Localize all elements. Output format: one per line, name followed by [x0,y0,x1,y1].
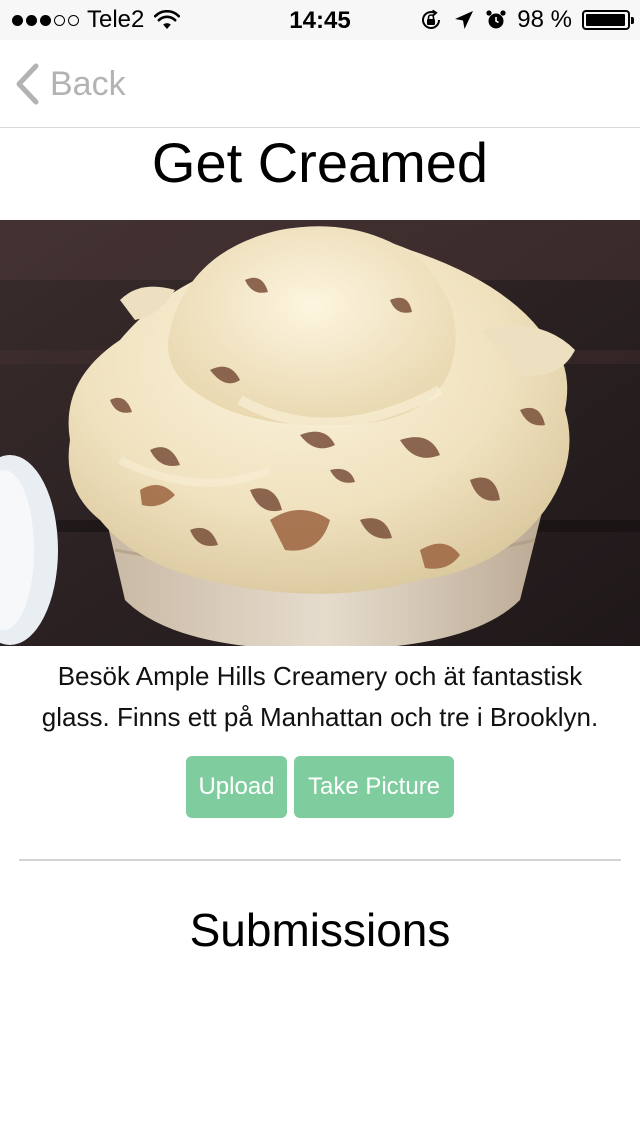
chevron-left-icon [16,63,39,105]
description-line: glass. Finns ett på Manhattan och tre i … [41,702,599,732]
description-line: Besök Ample Hills Creamery och ät fantas… [57,661,583,691]
navigation-bar: Back [0,40,640,128]
location-arrow-icon [455,11,474,29]
status-bar: Tele2 14:45 98 % [0,0,640,40]
battery-icon [582,10,634,30]
battery-level [586,14,626,26]
page-title: Get Creamed [151,131,489,194]
divider [19,859,621,861]
alarm-clock-icon [486,10,506,29]
upload-button[interactable]: Upload [186,756,287,818]
ice-cream-illustration [0,220,640,646]
orientation-lock-icon [422,9,441,29]
submissions-heading: Submissions [189,904,451,956]
battery-tip [631,17,634,24]
challenge-description: Besök Ample Hills Creamery och ät fantas… [0,656,640,738]
back-label: Back [50,64,126,103]
ice-cream-photo [0,220,640,646]
status-bar-right: 98 % [419,6,634,34]
battery-percentage: 98 % [517,6,572,33]
back-button[interactable]: Back [14,60,126,108]
take-picture-button[interactable]: Take Picture [294,756,454,818]
